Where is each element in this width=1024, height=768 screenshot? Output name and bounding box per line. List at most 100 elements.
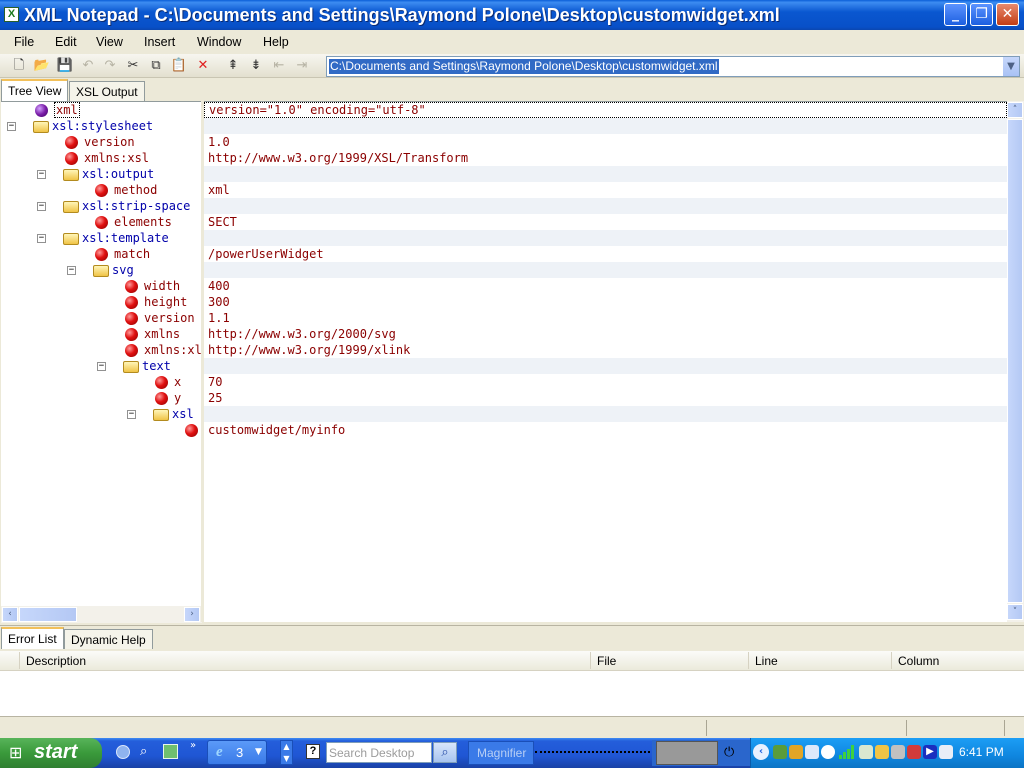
tab-error-list[interactable]: Error List	[1, 627, 64, 649]
tree-node-label[interactable]: elements	[114, 214, 172, 230]
scroll-thumb[interactable]	[1007, 119, 1023, 603]
tree-node-label[interactable]: xsl	[172, 406, 194, 422]
tree-node-label[interactable]: xmlns:xlink	[144, 342, 202, 358]
chevron-icon[interactable]: »	[190, 740, 196, 751]
title-bar[interactable]: X XML Notepad - C:\Documents and Setting…	[0, 0, 1024, 30]
value-row[interactable]: 70	[204, 374, 1007, 390]
menu-help[interactable]: Help	[263, 35, 289, 49]
tab-xsl-output[interactable]: XSL Output	[69, 81, 145, 101]
value-vscrollbar[interactable]: ˄ ˅	[1007, 101, 1024, 622]
tree-node-label[interactable]: xsl:stylesheet	[52, 118, 153, 134]
save-icon[interactable]: 💾	[56, 57, 74, 75]
column-description[interactable]: Description	[26, 654, 86, 668]
start-button[interactable]: ⊞ start	[0, 738, 102, 768]
value-row[interactable]	[204, 118, 1007, 134]
tree-panel[interactable]: xml − xsl:stylesheet version xmlns:xsl − xsl:o…	[1, 101, 202, 623]
value-row[interactable]: http://www.w3.org/1999/XSL/Transform	[204, 150, 1007, 166]
tree-node-label[interactable]: text	[142, 358, 171, 374]
menu-edit[interactable]: Edit	[55, 35, 77, 49]
paste-icon[interactable]: 📋	[170, 57, 188, 75]
collapse-toggle[interactable]: −	[37, 202, 46, 211]
clock[interactable]: 6:41 PM	[959, 745, 1004, 759]
copy-icon[interactable]: ⧉	[147, 57, 165, 75]
deskbar[interactable]: ⏻	[652, 740, 750, 766]
value-row[interactable]: /powerUserWidget	[204, 246, 1007, 262]
tree-node-label[interactable]: xsl:template	[82, 230, 169, 246]
value-row[interactable]: version="1.0" encoding="utf-8"	[204, 102, 1007, 118]
value-row[interactable]: 300	[204, 294, 1007, 310]
tree-node-label[interactable]: xmlns	[144, 326, 180, 342]
tree-node-label[interactable]: y	[174, 390, 181, 406]
tree-hscrollbar[interactable]: ‹ ›	[1, 606, 202, 623]
tray-expand-icon[interactable]: ‹	[753, 744, 769, 760]
value-row[interactable]	[204, 262, 1007, 278]
scroll-thumb[interactable]	[19, 607, 77, 622]
value-row[interactable]: SECT	[204, 214, 1007, 230]
tray-app-icon[interactable]	[907, 745, 921, 759]
location-combo[interactable]: C:\Documents and Settings\Raymond Polone…	[326, 56, 1020, 77]
cut-icon[interactable]: ✂	[124, 57, 142, 75]
media-play-icon[interactable]: ▶	[923, 745, 937, 759]
tree-node-label[interactable]: svg	[112, 262, 134, 278]
tray-app-icon[interactable]	[773, 745, 787, 759]
value-list[interactable]: version="1.0" encoding="utf-8" 1.0 http://…	[204, 102, 1007, 623]
value-row[interactable]: http://www.w3.org/1999/xlink	[204, 342, 1007, 358]
menu-file[interactable]: File	[14, 35, 34, 49]
scroll-right-icon[interactable]: ›	[184, 607, 200, 622]
tree-node-label[interactable]: xmlns:xsl	[84, 150, 149, 166]
menu-window[interactable]: Window	[197, 35, 241, 49]
taskbar-magnifier[interactable]: Magnifier	[468, 741, 534, 765]
nudge-up-icon[interactable]: ⇞	[224, 57, 242, 75]
value-row[interactable]: 400	[204, 278, 1007, 294]
menu-view[interactable]: View	[96, 35, 123, 49]
value-row[interactable]	[204, 198, 1007, 214]
collapse-toggle[interactable]: −	[127, 410, 136, 419]
value-row[interactable]	[204, 166, 1007, 182]
tray-app-icon[interactable]	[789, 745, 803, 759]
deskbar-preview[interactable]	[656, 741, 718, 765]
chevron-down-icon[interactable]: ▼	[1002, 57, 1019, 76]
tree-node-label[interactable]: x	[174, 374, 181, 390]
value-row[interactable]: 25	[204, 390, 1007, 406]
quicklaunch-icon[interactable]	[163, 744, 178, 759]
value-row[interactable]	[204, 358, 1007, 374]
value-panel[interactable]: version="1.0" encoding="utf-8" 1.0 http://…	[204, 101, 1007, 622]
nudge-right-icon[interactable]: ⇥	[293, 57, 311, 75]
quicklaunch-icon[interactable]	[116, 745, 130, 759]
network-icon[interactable]	[805, 745, 819, 759]
tree-node-label[interactable]: version	[144, 310, 195, 326]
collapse-toggle[interactable]: −	[67, 266, 76, 275]
help-icon[interactable]: ?	[306, 744, 320, 759]
collapse-toggle[interactable]: −	[37, 234, 46, 243]
tray-app-icon[interactable]	[939, 745, 953, 759]
tree-node-label[interactable]: xml	[54, 102, 80, 118]
column-line[interactable]: Line	[755, 654, 778, 668]
tree-node-label[interactable]: version	[84, 134, 135, 150]
error-list-body[interactable]	[0, 671, 1024, 717]
minimize-button[interactable]: _	[944, 3, 967, 26]
collapse-toggle[interactable]: −	[7, 122, 16, 131]
close-button[interactable]: ✕	[996, 3, 1019, 26]
tree-node-label[interactable]: xsl:output	[82, 166, 154, 182]
collapse-toggle[interactable]: −	[97, 362, 106, 371]
search-desktop-input[interactable]: Search Desktop	[326, 742, 432, 763]
tray-app-icon[interactable]	[891, 745, 905, 759]
location-input[interactable]: C:\Documents and Settings\Raymond Polone…	[329, 59, 719, 74]
scroll-taskbar-button[interactable]: ▲ ▼	[280, 740, 293, 765]
tree-node-label[interactable]: xsl:strip-space	[82, 198, 190, 214]
taskbar-group-ie[interactable]: e 3 ▼	[207, 740, 267, 765]
value-row[interactable]: customwidget/myinfo	[204, 422, 1007, 438]
scroll-down-icon[interactable]: ˅	[1007, 604, 1023, 620]
nudge-down-icon[interactable]: ⇟	[247, 57, 265, 75]
tab-dynamic-help[interactable]: Dynamic Help	[64, 629, 153, 649]
tab-tree-view[interactable]: Tree View	[1, 79, 69, 101]
value-row[interactable]: xml	[204, 182, 1007, 198]
column-column[interactable]: Column	[898, 654, 939, 668]
undo-icon[interactable]: ↶	[79, 57, 97, 75]
new-file-icon[interactable]: 🗋	[10, 57, 28, 75]
tree-node-label[interactable]: match	[114, 246, 150, 262]
tree-node-label[interactable]: method	[114, 182, 157, 198]
collapse-toggle[interactable]: −	[37, 170, 46, 179]
redo-icon[interactable]: ↷	[101, 57, 119, 75]
tree-node-label[interactable]: width	[144, 278, 180, 294]
